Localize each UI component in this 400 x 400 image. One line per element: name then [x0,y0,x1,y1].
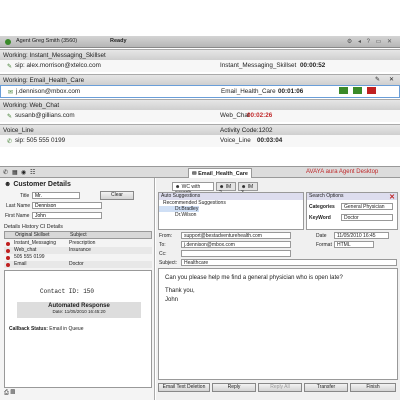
contact-preview: Contact ID: 150 Automated Response Date:… [4,270,152,388]
from-label: From: [159,233,173,239]
contact-timer: 00:02:26 [247,112,273,119]
contacts-tab-icon[interactable]: ☷ [30,169,35,176]
contact-address: sip: 505 555 0199 [15,137,66,144]
email-text-deletion-button[interactable]: Email Text Deletion [158,383,210,392]
window-controls[interactable]: ⚙ ◂ ? ▭ ✕ [347,38,394,45]
contact-header-voice[interactable]: Voice_Line Activity Code:1202 [0,124,400,135]
contact-timer: 00:00:52 [300,62,326,69]
search-options: Search Options ✕ Categories General Phys… [306,192,398,230]
agent-name: Agent Greg Smith (3560) [16,38,78,44]
to-field[interactable]: j.dennison@mbox.com [181,241,291,248]
tab-email-health-care[interactable]: ✉ Email_Health_Care [188,168,252,178]
reply-icon[interactable] [353,87,362,94]
keyword-field[interactable]: Doctor [341,214,393,221]
tab-webchat-susanb[interactable]: ☻ WC with susanb [172,182,214,196]
first-name-field[interactable] [32,212,102,219]
contact-queue: Voice_Line [220,137,251,144]
date-label: Date [316,233,327,239]
cc-label: Cc: [159,251,167,257]
contact-header-im[interactable]: Working: Instant_Messaging_Skillset [0,49,400,60]
clear-button[interactable]: Clear [100,191,134,200]
contact-row-voice[interactable]: ✆ sip: 505 555 0199 Voice_Line 00:03:04 [0,135,400,147]
web-tab-icon[interactable]: ◉ [21,169,26,176]
table-row[interactable]: 505 555 0199 [4,254,152,261]
contact-timer: 00:01:06 [278,88,304,95]
table-row[interactable]: Web_chat Insurance [4,247,152,254]
suggestion-item[interactable]: Dr.Wilson [159,212,303,218]
contact-address: j.dennison@mbox.com [16,88,81,95]
agent-ready-status[interactable]: Ready [110,38,127,44]
email-icon: ✉ [8,90,14,96]
customer-icon: ☻ [4,181,14,188]
tab-im-3[interactable]: ☻ IM 3 [238,182,258,196]
format-label: Format [316,242,332,248]
close-icon[interactable]: ✕ [389,76,394,83]
agent-status-bar: Agent Greg Smith (3560) Ready ⚙ ◂ ? ▭ ✕ [0,36,400,48]
cc-field[interactable] [181,250,291,257]
accept-icon[interactable] [339,87,348,94]
search-options-title: Search Options [307,193,397,200]
categories-label: Categories [309,204,335,210]
attach-icon[interactable]: ✎ [375,76,380,83]
contact-queue: Email_Health_Care [221,88,276,95]
phone-icon: ✆ [7,139,13,145]
contact-queue: Web_Chat [220,112,250,119]
contact-address: susanb@gillians.com [15,112,75,119]
email-body[interactable]: Can you please help me find a general ph… [158,268,398,380]
contact-address: sip: alex.morrison@xtelco.com [15,62,101,69]
table-row[interactable]: Email Doctor [4,261,152,268]
contact-id: Contact ID: 150 [40,288,95,295]
work-tab-bar: ✆ ▦ ◉ ☷ ✉ Email_Health_Care AVAYA aura A… [0,166,400,178]
transfer-button[interactable]: Transfer [304,383,348,392]
chat-icon: ✎ [7,64,13,70]
categories-field[interactable]: General Physician [341,203,393,210]
brand-label: AVAYA aura Agent Desktop [306,169,379,175]
email-panel: ☻ WC with susanb ☻ IM 2 ☻ IM 3 Auto Sugg… [156,178,400,400]
contact-timer: 00:03:04 [257,137,283,144]
grid-header: Original Skillset Subject [4,231,152,239]
contact-row-webchat[interactable]: ✎ susanb@gillians.com Web_Chat 00:02:26 [0,110,400,122]
subject-label: Subject: [159,260,178,266]
tab-ci-details[interactable]: CI Details [40,224,63,230]
contact-header-email[interactable]: Working: Email_Health_Care ✎ ✕ [0,74,400,85]
auto-suggestions-title: Auto Suggestions [159,193,303,200]
date-field: 11/05/2010 16:45 [334,232,389,239]
contact-queue: Instant_Messaging_Skillset [220,62,297,69]
from-field[interactable]: support@bestadventurehealth.com [181,232,291,239]
auto-suggestions: Auto Suggestions Recommended Suggestions… [158,192,304,230]
format-select[interactable]: HTML [334,241,374,248]
callback-status: Callback Status: Email in Queue [9,326,84,332]
first-name-label: First Name [5,213,30,219]
reject-icon[interactable] [367,87,376,94]
print-icon[interactable]: ⎙ ▤ [4,390,15,397]
tab-history[interactable]: History [22,224,38,230]
to-label: To: [159,242,166,248]
title-field[interactable] [32,192,80,199]
customer-panel: ☻ Customer Details Title Clear Last Name… [0,178,155,400]
tab-details[interactable]: Details [4,224,20,230]
reply-all-button[interactable]: Reply All [258,383,302,392]
last-name-label: Last Name [6,203,31,209]
phone-tab-icon[interactable]: ✆ [3,169,8,176]
table-row[interactable]: Instant_Messaging Prescription [4,240,152,247]
customer-details-title: ☻ Customer Details [4,181,71,188]
activity-code: Activity Code:1202 [220,127,273,134]
title-label: Title [20,193,30,199]
contact-row-email[interactable]: ✉ j.dennison@mbox.com Email_Health_Care … [0,85,400,98]
grid-tab-icon[interactable]: ▦ [12,169,18,176]
last-name-field[interactable] [32,202,102,209]
automated-response-box: Automated Response Date: 11/05/2010 16:4… [17,302,141,318]
contact-header-webchat[interactable]: Working: Web_Chat [0,99,400,110]
reply-button[interactable]: Reply [212,383,256,392]
keyword-label: KeyWord [309,215,331,221]
subject-field[interactable]: Healthcare [181,259,397,266]
webchat-icon: ✎ [7,114,13,120]
finish-button[interactable]: Finish [350,383,396,392]
contact-row-im[interactable]: ✎ sip: alex.morrison@xtelco.com Instant_… [0,60,400,72]
close-icon[interactable]: ✕ [389,193,395,201]
tab-im-2[interactable]: ☻ IM 2 [216,182,236,196]
agent-presence-icon[interactable] [5,39,11,45]
